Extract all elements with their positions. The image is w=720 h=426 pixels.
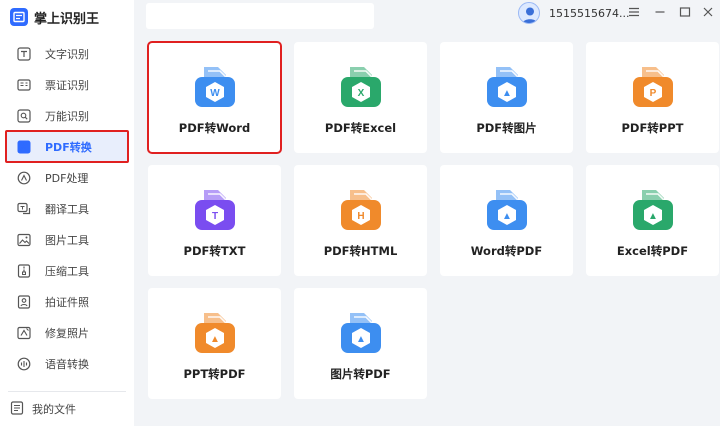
app-name: 掌上识别王 xyxy=(34,11,100,27)
card-letter: H xyxy=(357,211,364,222)
sidebar-item-repair-photo[interactable]: 修复照片 xyxy=(6,317,128,348)
repair-photo-icon xyxy=(16,325,32,341)
sidebar-item-text-recognition[interactable]: 文字识别 xyxy=(6,38,128,69)
card-letter: ▲ xyxy=(648,211,658,222)
sidebar-item-label: 翻译工具 xyxy=(45,202,89,216)
pdf-to-word-icon: W xyxy=(192,64,238,110)
sidebar-item-label: PDF转换 xyxy=(45,140,92,154)
card-letter: ▲ xyxy=(502,211,512,222)
conversion-card-label: PDF转TXT xyxy=(183,244,246,258)
sidebar-item-label: 压缩工具 xyxy=(45,264,89,278)
sidebar-item-label: 图片工具 xyxy=(45,233,89,247)
card-letter: X xyxy=(358,88,365,99)
conversion-card[interactable]: X PDF转Excel xyxy=(294,42,427,153)
maximize-icon xyxy=(679,7,691,17)
search-bar[interactable] xyxy=(146,3,374,29)
sidebar-item-label: 文字识别 xyxy=(45,47,89,61)
card-letter: T xyxy=(212,211,218,222)
sidebar-item-label: 票证识别 xyxy=(45,78,89,92)
image-to-pdf-icon: ▲ xyxy=(338,310,384,356)
card-letter: ▲ xyxy=(210,334,220,345)
minimize-button[interactable] xyxy=(650,3,670,21)
sidebar-item-translate[interactable]: 翻译工具 xyxy=(6,193,128,224)
sidebar-item-label: 修复照片 xyxy=(45,326,89,340)
sidebar-item-label: PDF处理 xyxy=(45,171,89,185)
sidebar-item-label: 万能识别 xyxy=(45,109,89,123)
sidebar-item-image-tools[interactable]: 图片工具 xyxy=(6,224,128,255)
maximize-button[interactable] xyxy=(675,3,695,21)
conversion-card-label: 图片转PDF xyxy=(330,367,391,381)
app-logo-icon xyxy=(10,8,28,26)
card-letter: W xyxy=(210,88,220,99)
conversion-card[interactable]: ▲ 图片转PDF xyxy=(294,288,427,399)
conversion-card-label: PPT转PDF xyxy=(183,367,246,381)
my-files-button[interactable]: 我的文件 xyxy=(10,398,76,420)
pdf-to-image-icon: ▲ xyxy=(484,64,530,110)
minimize-icon xyxy=(655,11,665,13)
pdf-to-html-icon: H xyxy=(338,187,384,233)
pdf-to-ppt-icon: P xyxy=(630,64,676,110)
username: 1515515674... xyxy=(549,6,630,20)
avatar[interactable] xyxy=(518,2,540,24)
conversion-card[interactable]: ▲ Excel转PDF xyxy=(586,165,719,276)
close-icon xyxy=(703,7,713,17)
close-button[interactable] xyxy=(698,3,718,21)
card-letter: ▲ xyxy=(502,88,512,99)
pdf-to-excel-icon: X xyxy=(338,64,384,110)
sidebar-item-pdf-convert[interactable]: PDF转换 xyxy=(5,130,129,163)
conversion-card-label: PDF转图片 xyxy=(476,121,537,135)
word-to-pdf-icon: ▲ xyxy=(484,187,530,233)
sidebar-item-label: 语音转换 xyxy=(45,357,89,371)
app-brand: 掌上识别王 xyxy=(10,6,99,28)
ticket-recognition-icon xyxy=(16,77,32,93)
sidebar-item-ticket-recognition[interactable]: 票证识别 xyxy=(6,69,128,100)
sidebar-item-universal-recognition[interactable]: 万能识别 xyxy=(6,100,128,131)
conversion-card[interactable]: T PDF转TXT xyxy=(148,165,281,276)
conversion-card-label: Word转PDF xyxy=(470,244,543,258)
conversion-card-label: PDF转PPT xyxy=(621,121,684,135)
sidebar: 掌上识别王 文字识别 票证识别 万能识别 PDF转换 PDF处理 翻译工具 图片… xyxy=(0,0,134,426)
card-letter: ▲ xyxy=(356,334,366,345)
ppt-to-pdf-icon: ▲ xyxy=(192,310,238,356)
menu-button[interactable] xyxy=(624,3,644,21)
user-account[interactable]: 1515515674... xyxy=(518,1,629,25)
pdf-convert-icon xyxy=(16,139,32,155)
conversion-card[interactable]: P PDF转PPT xyxy=(586,42,719,153)
conversion-card-label: PDF转HTML xyxy=(323,244,398,258)
pdf-process-icon xyxy=(16,170,32,186)
voice-convert-icon xyxy=(16,356,32,372)
sidebar-nav: 文字识别 票证识别 万能识别 PDF转换 PDF处理 翻译工具 图片工具 压缩工… xyxy=(5,38,129,379)
id-photo-icon xyxy=(16,294,32,310)
sidebar-item-voice-convert[interactable]: 语音转换 xyxy=(6,348,128,379)
sidebar-divider xyxy=(8,391,126,392)
card-letter: P xyxy=(650,88,657,99)
menu-icon xyxy=(629,7,639,17)
pdf-to-txt-icon: T xyxy=(192,187,238,233)
conversion-card[interactable]: ▲ PPT转PDF xyxy=(148,288,281,399)
sidebar-item-id-photo[interactable]: 拍证件照 xyxy=(6,286,128,317)
sidebar-item-compress[interactable]: 压缩工具 xyxy=(6,255,128,286)
excel-to-pdf-icon: ▲ xyxy=(630,187,676,233)
conversion-card-label: PDF转Excel xyxy=(324,121,397,135)
conversion-card-label: PDF转Word xyxy=(178,121,251,135)
conversion-card[interactable]: ▲ PDF转图片 xyxy=(440,42,573,153)
image-tools-icon xyxy=(16,232,32,248)
conversion-card[interactable]: ▲ Word转PDF xyxy=(440,165,573,276)
translate-icon xyxy=(16,201,32,217)
conversion-card[interactable]: W PDF转Word xyxy=(147,41,282,154)
sidebar-item-pdf-process[interactable]: PDF处理 xyxy=(6,162,128,193)
universal-recognition-icon xyxy=(16,108,32,124)
conversion-card[interactable]: H PDF转HTML xyxy=(294,165,427,276)
sidebar-item-label: 拍证件照 xyxy=(45,295,89,309)
conversion-card-label: Excel转PDF xyxy=(616,244,689,258)
folder-icon xyxy=(10,400,24,418)
text-recognition-icon xyxy=(16,46,32,62)
compress-icon xyxy=(16,263,32,279)
my-files-label: 我的文件 xyxy=(32,403,76,416)
